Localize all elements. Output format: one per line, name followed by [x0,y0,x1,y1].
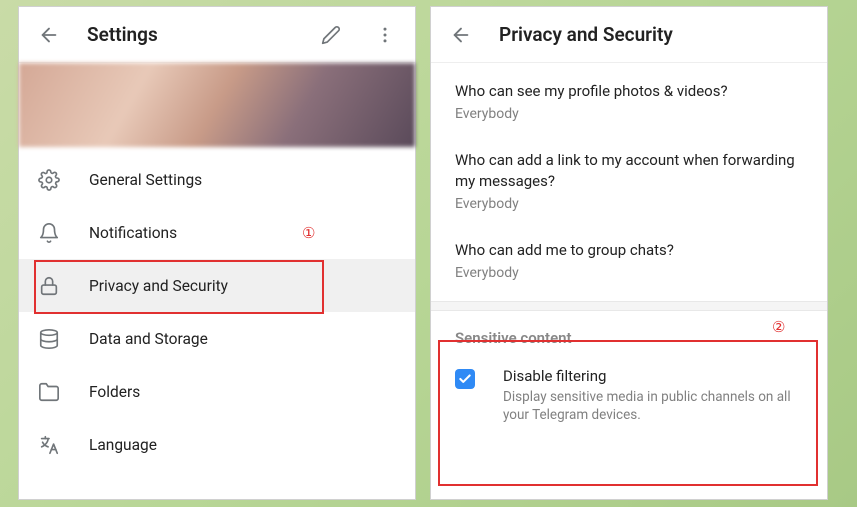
privacy-question: Who can add me to group chats? [455,240,803,260]
privacy-item-profile-photos[interactable]: Who can see my profile photos & videos? … [431,67,827,136]
privacy-title: Privacy and Security [499,23,813,46]
menu-item-data-storage[interactable]: Data and Storage [19,312,415,365]
menu-item-language[interactable]: Language [19,418,415,471]
menu-item-privacy[interactable]: Privacy and Security [19,259,415,312]
settings-header: Settings [19,7,415,63]
menu-item-folders[interactable]: Folders [19,365,415,418]
pencil-icon [321,25,341,45]
privacy-item-forward-link[interactable]: Who can add a link to my account when fo… [431,136,827,226]
privacy-value: Everybody [455,196,803,212]
sensitive-section-title: Sensitive content [431,311,827,355]
privacy-item-group-chats[interactable]: Who can add me to group chats? Everybody [431,226,827,295]
menu-label: Privacy and Security [89,277,228,295]
lock-icon [37,274,61,298]
settings-panel: Settings General Settings Notifications … [18,6,416,500]
arrow-left-icon [38,24,60,46]
dots-vertical-icon [375,25,395,45]
more-button[interactable] [369,19,401,51]
menu-label: General Settings [89,171,202,189]
disable-filtering-row[interactable]: Disable filtering Display sensitive medi… [431,355,827,436]
language-icon [37,433,61,457]
gear-icon [37,168,61,192]
menu-label: Folders [89,383,140,401]
menu-item-notifications[interactable]: Notifications [19,206,415,259]
menu-label: Data and Storage [89,330,208,348]
back-button[interactable] [33,19,65,51]
profile-banner[interactable] [19,63,415,147]
menu-label: Notifications [89,224,177,242]
arrow-left-icon [450,24,472,46]
menu-label: Language [89,436,157,454]
privacy-panel: Privacy and Security Who can see my prof… [430,6,828,500]
checkbox-desc: Display sensitive media in public channe… [503,388,803,424]
bell-icon [37,221,61,245]
section-divider [431,301,827,311]
annotation-label-2: ② [772,318,785,336]
checkbox-label: Disable filtering [503,367,803,385]
back-button[interactable] [445,19,477,51]
folder-icon [37,380,61,404]
menu-item-general[interactable]: General Settings [19,153,415,206]
disable-filtering-checkbox[interactable] [455,369,475,389]
privacy-value: Everybody [455,106,803,122]
privacy-question: Who can see my profile photos & videos? [455,81,803,101]
disable-filtering-text: Disable filtering Display sensitive medi… [503,367,803,424]
privacy-header: Privacy and Security [431,7,827,63]
privacy-value: Everybody [455,265,803,281]
settings-menu: General Settings Notifications Privacy a… [19,147,415,477]
annotation-label-1: ① [302,224,315,242]
settings-title: Settings [87,23,293,46]
check-icon [458,372,472,386]
database-icon [37,327,61,351]
edit-button[interactable] [315,19,347,51]
privacy-options: Who can see my profile photos & videos? … [431,63,827,295]
privacy-question: Who can add a link to my account when fo… [455,150,803,191]
